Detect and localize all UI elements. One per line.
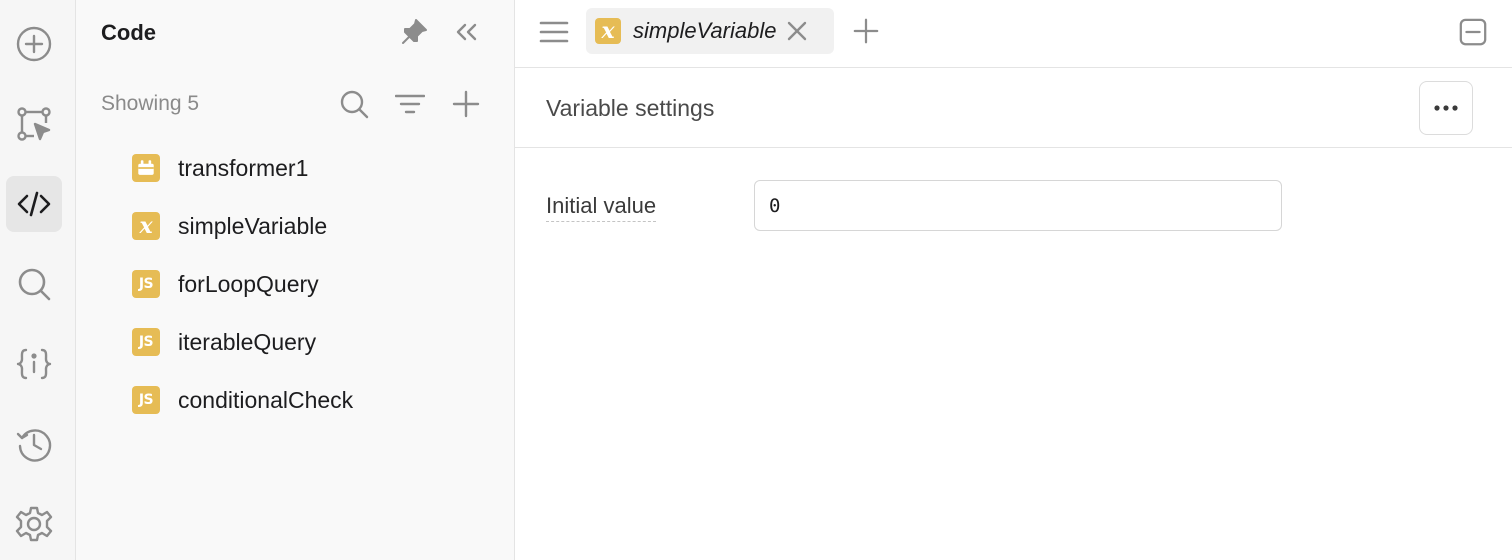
components-button[interactable] (6, 96, 62, 152)
search-code-button[interactable] (338, 88, 370, 120)
variable-icon: x (595, 18, 621, 44)
settings-button[interactable] (6, 496, 62, 552)
add-button[interactable] (6, 16, 62, 72)
filter-button[interactable] (394, 88, 426, 120)
gear-icon (15, 506, 53, 542)
variables-braces-icon (16, 348, 52, 380)
plus-icon (452, 90, 480, 118)
initial-value-input[interactable] (754, 180, 1282, 231)
icon-rail (0, 0, 76, 560)
select-frame-icon (17, 107, 51, 141)
transformer-icon (132, 154, 160, 182)
more-horizontal-icon (1434, 105, 1458, 111)
panel-title: Code (101, 20, 156, 45)
code-button[interactable] (6, 176, 62, 232)
tab-label: simpleVariable (633, 18, 777, 43)
search-icon (340, 90, 369, 119)
code-panel: Code Showing 5 transformer1 x simpleVari… (76, 0, 515, 560)
pin-icon (402, 19, 427, 44)
showing-count: Showing 5 (101, 92, 200, 115)
list-item-label: simpleVariable (178, 212, 328, 239)
collapse-panel-button[interactable] (450, 16, 482, 48)
code-item-iterableQuery[interactable]: JS iterableQuery (132, 322, 316, 362)
code-item-transformer1[interactable]: transformer1 (132, 148, 308, 188)
list-item-label: iterableQuery (178, 328, 317, 355)
add-code-button[interactable] (450, 88, 482, 120)
pin-button[interactable] (398, 16, 430, 48)
tab-bar: x simpleVariable (515, 0, 1512, 68)
code-item-forLoopQuery[interactable]: JS forLoopQuery (132, 264, 319, 304)
initial-value-label: Initial value (546, 193, 657, 222)
code-item-conditionalCheck[interactable]: JS conditionalCheck (132, 380, 353, 420)
more-options-button[interactable] (1419, 81, 1473, 135)
plus-icon (853, 18, 879, 44)
add-circle-icon (16, 26, 52, 62)
list-item-label: conditionalCheck (178, 386, 354, 413)
main-area: x simpleVariable Variable settings Initi… (515, 0, 1512, 560)
js-icon: JS (132, 270, 160, 298)
code-icon (17, 191, 51, 217)
double-chevron-left-icon (456, 23, 477, 41)
list-item-label: transformer1 (178, 154, 309, 181)
minimize-button[interactable] (1457, 16, 1489, 48)
tab-simpleVariable[interactable]: x simpleVariable (586, 8, 834, 54)
list-item-label: forLoopQuery (178, 270, 319, 297)
code-item-simpleVariable[interactable]: x simpleVariable (132, 206, 327, 246)
close-icon (788, 21, 807, 41)
search-icon (18, 268, 51, 301)
menu-button[interactable] (537, 16, 571, 48)
history-icon (16, 429, 52, 462)
hamburger-icon (539, 21, 569, 43)
variable-icon: x (132, 212, 160, 240)
state-button[interactable] (6, 336, 62, 392)
new-tab-button[interactable] (851, 16, 881, 46)
search-button[interactable] (6, 256, 62, 312)
filter-icon (395, 94, 425, 114)
close-tab-button[interactable] (786, 20, 808, 42)
js-icon: JS (132, 328, 160, 356)
history-button[interactable] (6, 416, 62, 472)
settings-title: Variable settings (546, 95, 715, 121)
minus-box-icon (1459, 18, 1487, 46)
js-icon: JS (132, 386, 160, 414)
settings-header: Variable settings (515, 68, 1512, 148)
